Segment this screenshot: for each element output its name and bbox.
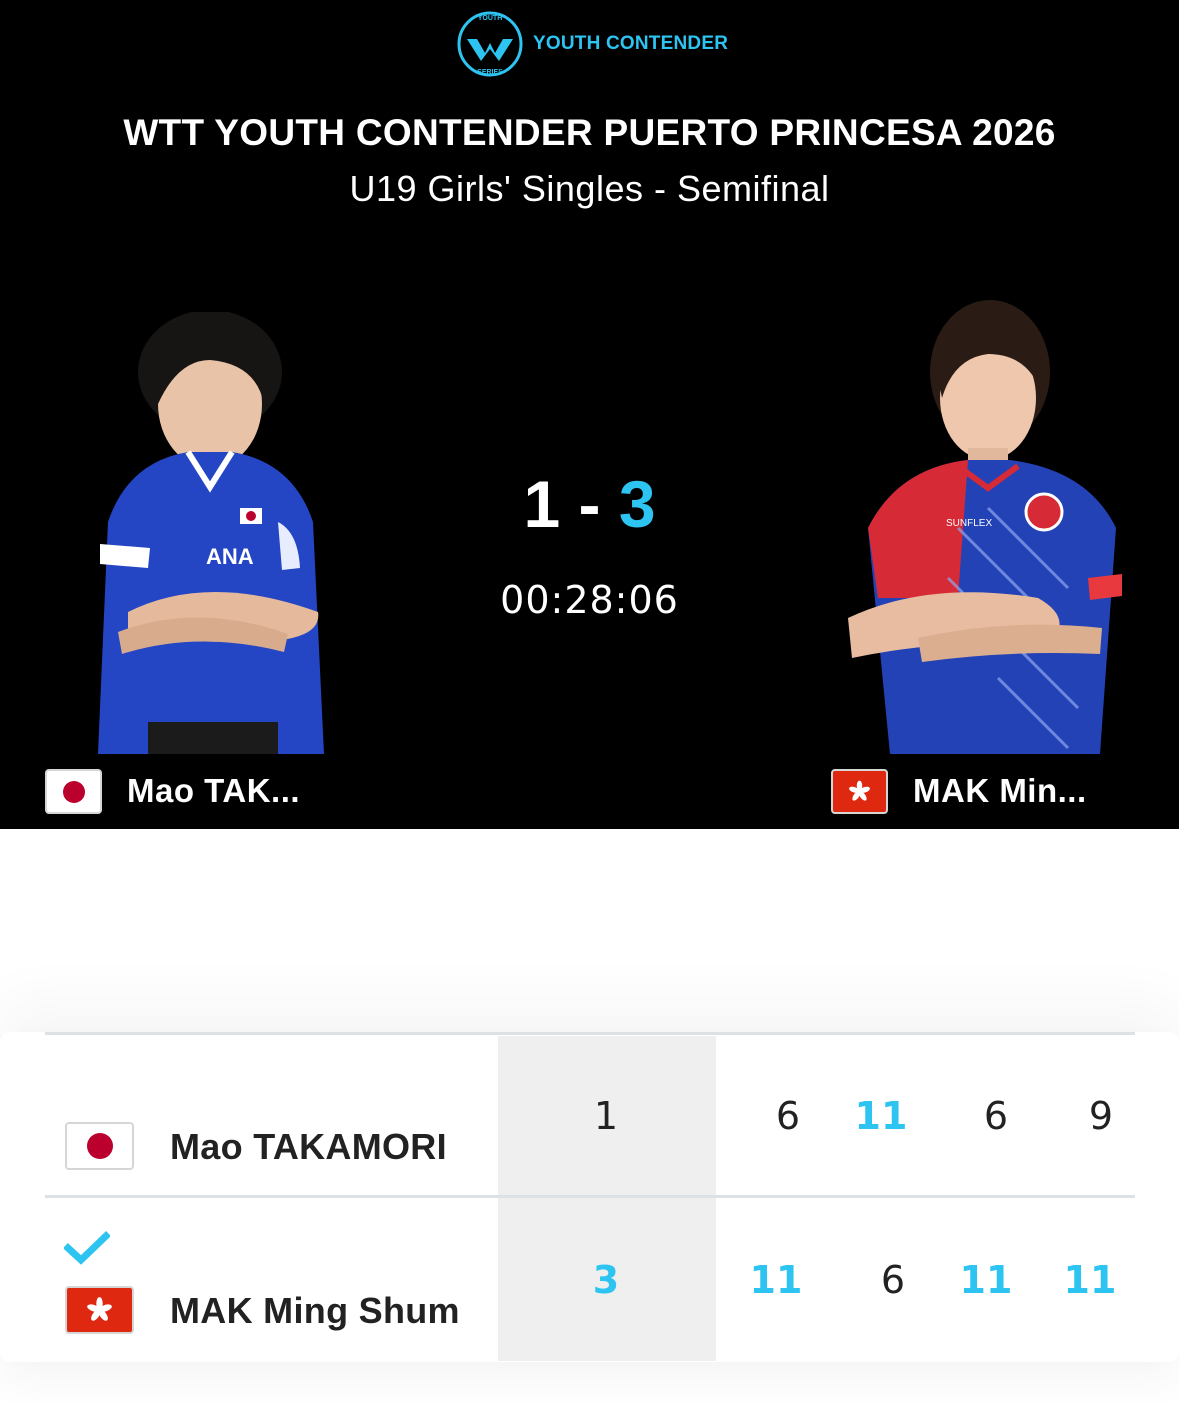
match-timer: 00:28:06 [500, 578, 679, 622]
games-won-column [498, 1036, 716, 1361]
event-subtitle: U19 Girls' Singles - Semifinal [349, 168, 830, 209]
game-2-score: 11 [854, 1094, 908, 1138]
logo-text: YOUTH CONTENDER [533, 33, 729, 54]
game-4-score: 9 [1088, 1094, 1114, 1138]
hong-kong-flag-icon [831, 769, 888, 814]
japan-flag-icon [45, 769, 102, 814]
svg-text:ANA: ANA [206, 544, 254, 569]
table-divider-top [45, 1032, 1135, 1035]
score-left: 1 [523, 467, 561, 541]
game-3-score: 11 [959, 1258, 1013, 1302]
svg-text:YOUTH: YOUTH [478, 15, 503, 22]
hong-kong-flag-icon [65, 1286, 134, 1334]
game-1-score: 11 [749, 1258, 803, 1302]
games-won-cell: 3 [592, 1258, 620, 1302]
match-header: YOUTH SERIES YOUTH CONTENDER WTT YOUTH C… [0, 0, 1179, 829]
player-full-name[interactable]: Mao TAKAMORI [170, 1126, 447, 1168]
game-4-score: 11 [1063, 1258, 1117, 1302]
player-left-short-name[interactable]: Mao TAK... [127, 772, 300, 810]
winner-check-icon [64, 1231, 110, 1265]
player-right-short-name[interactable]: MAK Min... [913, 772, 1087, 810]
score-separator: - [578, 467, 601, 541]
games-won-cell: 1 [593, 1094, 619, 1138]
game-2-score: 6 [880, 1258, 906, 1302]
wtt-youth-series-badge-icon: YOUTH SERIES [455, 9, 525, 79]
youth-contender-logo: YOUTH SERIES YOUTH CONTENDER [455, 8, 728, 80]
svg-text:SERIES: SERIES [477, 69, 503, 76]
game-3-score: 6 [983, 1094, 1009, 1138]
japan-flag-icon [65, 1122, 134, 1170]
table-divider-middle [45, 1195, 1135, 1198]
score-right: 3 [618, 467, 656, 541]
event-title: WTT YOUTH CONTENDER PUERTO PRINCESA 2026 [123, 112, 1056, 153]
player-full-name[interactable]: MAK Ming Shum [170, 1290, 460, 1332]
game-1-score: 6 [775, 1094, 801, 1138]
match-score: 1 - 3 [0, 466, 1179, 542]
